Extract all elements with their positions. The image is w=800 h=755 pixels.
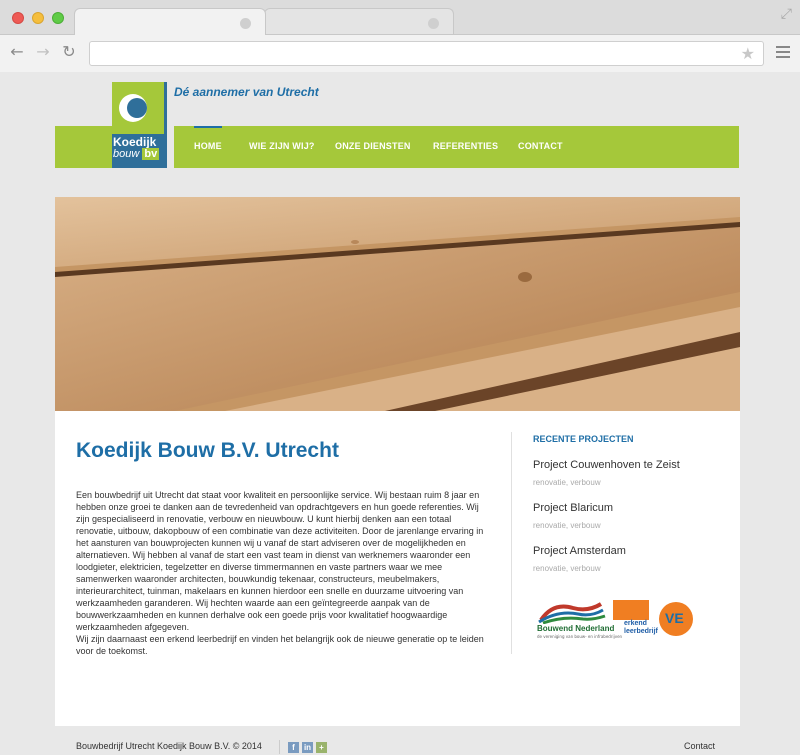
- intro-text: Een bouwbedrijf uit Utrecht dat staat vo…: [76, 489, 488, 657]
- maximize-window-icon[interactable]: [52, 12, 64, 24]
- back-arrow-icon[interactable]: ←: [8, 43, 26, 61]
- google-plus-icon[interactable]: +: [316, 742, 327, 753]
- nav-item-home[interactable]: HOME: [194, 141, 222, 151]
- wood-planks-illustration: [55, 197, 740, 411]
- nav-item-wie-zijn-wij[interactable]: WIE ZIJN WIJ?: [249, 141, 315, 151]
- minimize-window-icon[interactable]: [32, 12, 44, 24]
- footer-copyright: Bouwbedrijf Utrecht Koedijk Bouw B.V. © …: [76, 741, 262, 751]
- tab-close-icon[interactable]: [240, 18, 251, 29]
- bouwend-nederland-title: Bouwend Nederland: [537, 624, 615, 633]
- browser-tab-inactive[interactable]: [264, 8, 454, 35]
- recent-projects-title: RECENTE PROJECTEN: [533, 434, 634, 444]
- project-tags[interactable]: renovatie, verbouw: [533, 478, 601, 487]
- address-bar[interactable]: ★: [89, 41, 764, 66]
- main-navigation: HOME WIE ZIJN WIJ? ONZE DIENSTEN REFEREN…: [174, 126, 739, 168]
- linkedin-icon[interactable]: in: [302, 742, 313, 753]
- footer-divider: [279, 740, 280, 754]
- fullscreen-icon[interactable]: ⤢: [781, 6, 792, 22]
- logo-text-bouw: bouw bv: [113, 148, 160, 160]
- project-link[interactable]: Project Amsterdam: [533, 545, 626, 557]
- ve-keurmerk-logo[interactable]: VE: [659, 602, 693, 636]
- site-tagline: Dé aannemer van Utrecht: [174, 85, 319, 99]
- bookmark-star-icon[interactable]: ★: [741, 44, 755, 63]
- facebook-icon[interactable]: f: [288, 742, 299, 753]
- browser-toolbar: ← → ↻ ★: [0, 34, 800, 72]
- active-nav-indicator: [194, 126, 222, 128]
- nav-item-contact[interactable]: CONTACT: [518, 141, 563, 151]
- site-logo[interactable]: Koedijk bouw bv: [55, 80, 167, 168]
- erkend-leerbedrijf-logo[interactable]: erkend leerbedrijf: [613, 600, 658, 642]
- bouwend-nederland-subtitle: de vereniging van bouw- en infrabedrijve…: [537, 634, 623, 639]
- bouwend-nederland-logo[interactable]: Bouwend Nederland de vereniging van bouw…: [533, 600, 622, 642]
- content-divider: [511, 432, 512, 654]
- main-content: Koedijk Bouw B.V. Utrecht Een bouwbedrij…: [55, 411, 740, 726]
- page-title: Koedijk Bouw B.V. Utrecht: [76, 439, 339, 462]
- nav-item-onze-diensten[interactable]: ONZE DIENSTEN: [335, 141, 411, 151]
- web-page: Koedijk bouw bv Dé aannemer van Utrecht …: [0, 72, 800, 755]
- project-link[interactable]: Project Couwenhoven te Zeist: [533, 459, 680, 471]
- footer-contact-link[interactable]: Contact: [684, 741, 715, 751]
- intro-paragraph-2: Wij zijn daarnaast een erkend leerbedrij…: [76, 634, 484, 656]
- bouwend-nederland-emblem: [538, 602, 606, 625]
- reload-icon[interactable]: ↻: [60, 43, 78, 61]
- browser-menu-icon[interactable]: [776, 46, 790, 61]
- erkend-leerbedrijf-text: erkend leerbedrijf: [624, 620, 658, 635]
- hero-image-wood-planks: [55, 197, 740, 411]
- intro-paragraph-1: Een bouwbedrijf uit Utrecht dat staat vo…: [76, 490, 484, 632]
- forward-arrow-icon[interactable]: →: [34, 43, 52, 61]
- project-tags[interactable]: renovatie, verbouw: [533, 564, 601, 573]
- project-link[interactable]: Project Blaricum: [533, 502, 613, 514]
- browser-tab-active[interactable]: [74, 8, 266, 35]
- tab-close-icon[interactable]: [428, 18, 439, 29]
- browser-chrome: ⤢ ← → ↻ ★: [0, 0, 800, 72]
- nav-item-referenties[interactable]: REFERENTIES: [433, 141, 498, 151]
- project-tags[interactable]: renovatie, verbouw: [533, 521, 601, 530]
- close-window-icon[interactable]: [12, 12, 24, 24]
